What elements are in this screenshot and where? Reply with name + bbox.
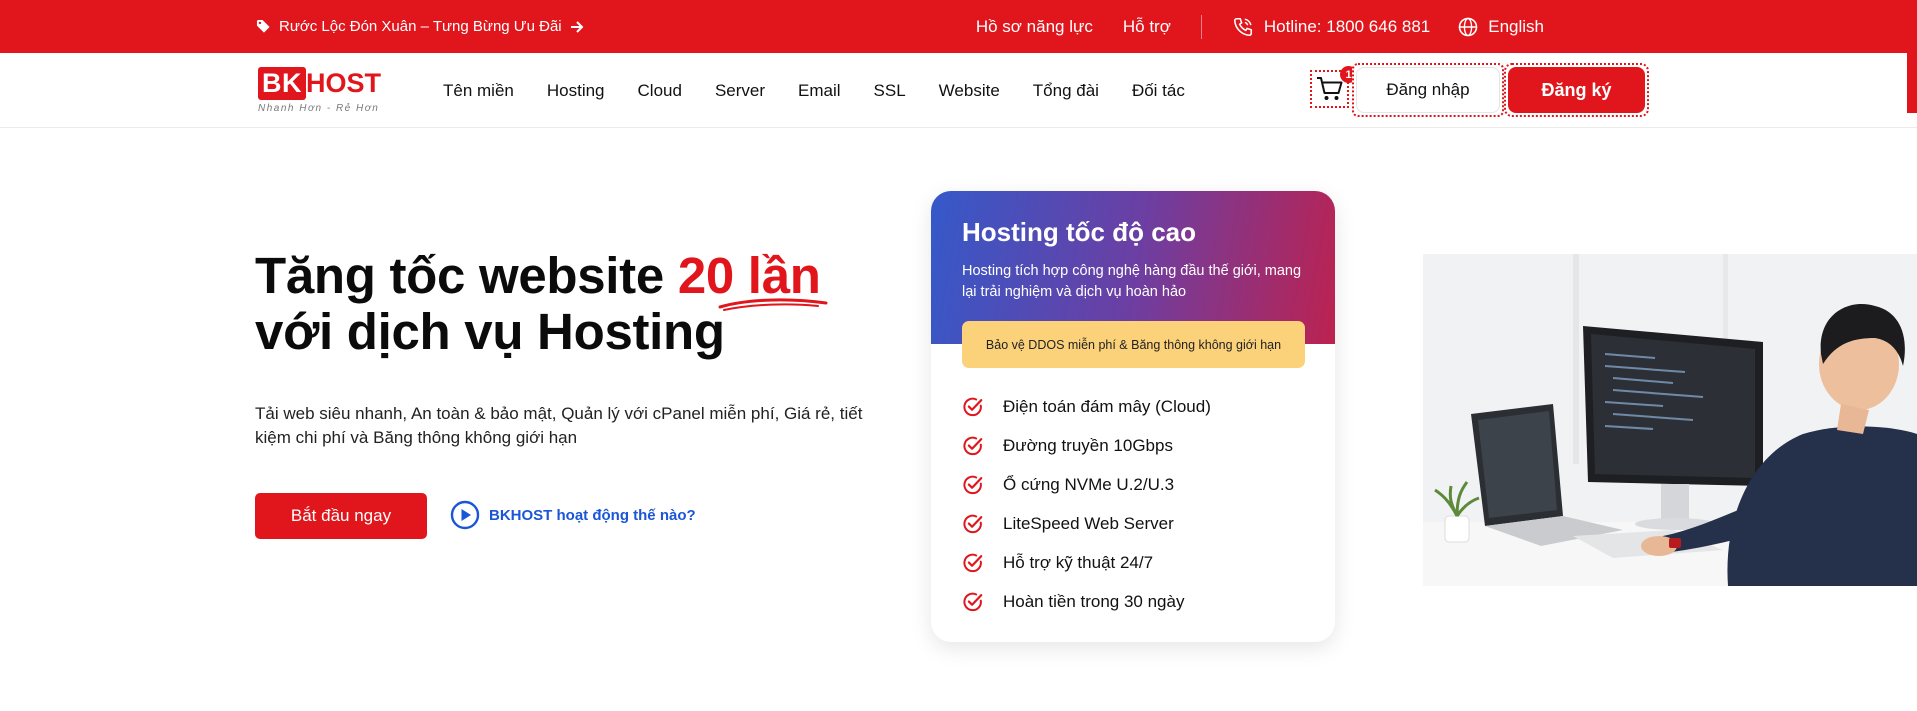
main-nav: Tên miền Hosting Cloud Server Email SSL … (443, 53, 1218, 128)
hero-title-part1: Tăng tốc website (255, 247, 678, 304)
hero-photo (1423, 254, 1917, 586)
feature-text: Hỗ trợ kỹ thuật 24/7 (1003, 552, 1154, 572)
scrollbar-thumb[interactable] (1907, 53, 1917, 113)
logo[interactable]: BK HOST Nhanh Hơn - Rẻ Hơn (258, 65, 383, 117)
card-title: Hosting tốc độ cao (962, 217, 1196, 247)
nav-item-website[interactable]: Website (939, 81, 1000, 101)
nav-item-domain[interactable]: Tên miền (443, 81, 514, 101)
list-item: LiteSpeed Web Server (962, 504, 1211, 543)
cart-icon (1316, 77, 1342, 100)
hero-title-highlight: 20 lần (678, 247, 828, 311)
hotline-link[interactable]: Hotline: 1800 646 881 (1232, 16, 1430, 38)
profile-link[interactable]: Hồ sơ năng lực (976, 17, 1093, 37)
list-item: Hoàn tiền trong 30 ngày (962, 582, 1211, 621)
cart-button[interactable]: 1 (1310, 66, 1357, 108)
login-button[interactable]: Đăng nhập (1352, 63, 1504, 117)
hosting-feature-card: Hosting tốc độ cao Hosting tích hợp công… (931, 191, 1335, 642)
support-link[interactable]: Hỗ trợ (1123, 17, 1171, 37)
logo-host: HOST (306, 68, 382, 98)
list-item: Đường truyền 10Gbps (962, 426, 1211, 465)
main-header: BK HOST Nhanh Hơn - Rẻ Hơn Tên miền Host… (0, 53, 1917, 128)
feature-text: Hoàn tiền trong 30 ngày (1003, 591, 1185, 611)
promo-link[interactable]: Rước Lộc Đón Xuân – Tưng Bừng Ưu Đãi (256, 0, 584, 53)
check-circle-icon (963, 397, 983, 416)
underline-swoosh (718, 298, 828, 311)
card-pill: Bảo vệ DDOS miễn phí & Băng thông không … (962, 321, 1305, 368)
logo-bk: BK (258, 67, 306, 100)
promo-text: Rước Lộc Đón Xuân – Tưng Bừng Ưu Đãi (279, 18, 562, 35)
tag-icon (256, 19, 270, 33)
register-label: Đăng ký (1508, 67, 1645, 113)
top-links: Hồ sơ năng lực Hỗ trợ Hotline: 1800 646 … (946, 0, 1544, 53)
start-now-button[interactable]: Bắt đầu ngay (255, 493, 427, 539)
list-item: Điện toán đám mây (Cloud) (962, 387, 1211, 426)
feature-text: Đường truyền 10Gbps (1003, 435, 1173, 455)
language-switch[interactable]: English (1458, 17, 1544, 37)
feature-text: Ổ cứng NVMe U.2/U.3 (1003, 474, 1175, 494)
phone-icon (1233, 17, 1252, 36)
check-circle-icon (963, 514, 983, 533)
nav-item-hosting[interactable]: Hosting (547, 81, 605, 101)
card-subtitle: Hosting tích hợp công nghệ hàng đầu thế … (962, 263, 1302, 300)
nav-item-email[interactable]: Email (798, 81, 841, 101)
hero-illustration (1423, 254, 1917, 586)
logo-slogan: Nhanh Hơn - Rẻ Hơn (258, 103, 380, 114)
hero-title-line2: với dịch vụ Hosting (255, 303, 725, 360)
arrow-right-icon (570, 20, 584, 33)
top-bar: Rước Lộc Đón Xuân – Tưng Bừng Ưu Đãi Hồ … (0, 0, 1917, 53)
divider (1200, 14, 1202, 39)
register-button[interactable]: Đăng ký (1504, 63, 1649, 117)
nav-item-call-center[interactable]: Tổng đài (1033, 81, 1099, 101)
language-label: English (1488, 16, 1544, 36)
nav-item-server[interactable]: Server (715, 81, 765, 101)
feature-list: Điện toán đám mây (Cloud) Đường truyền 1… (962, 387, 1211, 621)
how-it-works-text: BKHOST hoạt động thế nào? (489, 506, 696, 524)
check-circle-icon (963, 553, 983, 572)
list-item: Hỗ trợ kỹ thuật 24/7 (962, 543, 1211, 582)
nav-item-cloud[interactable]: Cloud (638, 81, 682, 101)
login-label: Đăng nhập (1356, 67, 1500, 113)
feature-text: Điện toán đám mây (Cloud) (1003, 396, 1211, 416)
play-circle-icon (450, 500, 480, 530)
hero-description: Tải web siêu nhanh, An toàn & bảo mật, Q… (255, 404, 863, 447)
feature-text: LiteSpeed Web Server (1003, 513, 1174, 533)
nav-item-ssl[interactable]: SSL (874, 81, 906, 101)
hotline-text: Hotline: 1800 646 881 (1263, 16, 1431, 36)
check-circle-icon (963, 592, 983, 611)
list-item: Ổ cứng NVMe U.2/U.3 (962, 465, 1211, 504)
nav-item-partner[interactable]: Đối tác (1132, 81, 1185, 101)
check-circle-icon (963, 436, 983, 455)
how-it-works-link[interactable]: BKHOST hoạt động thế nào? (450, 500, 696, 530)
globe-icon (1458, 17, 1478, 36)
hero-title: Tăng tốc website 20 lần với dịch vụ Host… (255, 247, 828, 360)
check-circle-icon (963, 475, 983, 494)
